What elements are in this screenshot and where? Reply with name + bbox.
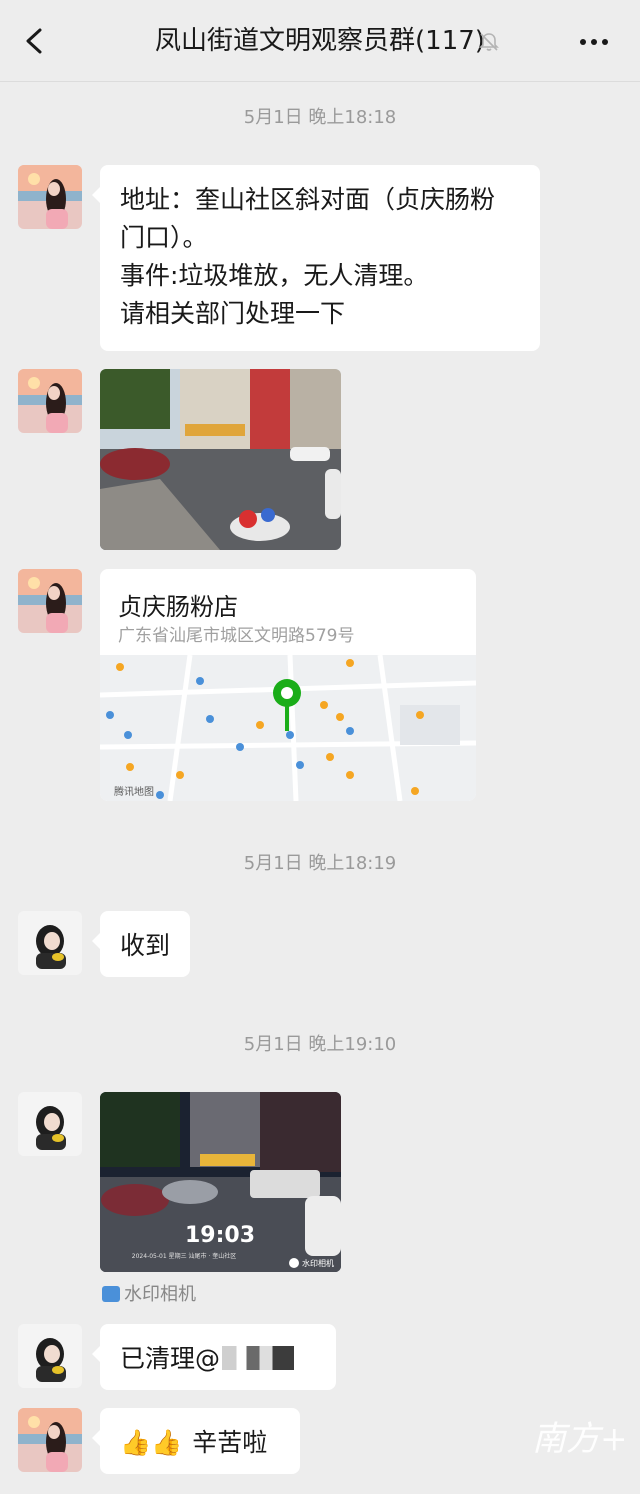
message-bubble[interactable]: 收到: [91, 911, 191, 977]
avatar[interactable]: [18, 569, 82, 633]
map-watermark: 腾讯地图: [114, 785, 154, 798]
message-text: 收到: [120, 931, 171, 960]
nanfang-plus-logo: 南方+: [532, 1419, 624, 1459]
message-line: 门口）。: [120, 223, 208, 252]
avatar[interactable]: [18, 1408, 82, 1472]
avatar[interactable]: [18, 165, 82, 229]
redacted-mention: [222, 1346, 295, 1370]
location-name: 贞庆肠粉店: [118, 593, 238, 621]
location-address: 广东省汕尾市城区文明路579号: [118, 626, 355, 646]
message-text: 辛苦啦: [192, 1428, 268, 1457]
avatar[interactable]: [18, 1092, 82, 1156]
ellipsis-icon[interactable]: [574, 28, 614, 56]
bell-off-icon: [479, 33, 499, 51]
timestamp: 5月1日 晚上18:19: [243, 853, 397, 874]
timestamp: 5月1日 晚上18:18: [243, 107, 397, 128]
chat-header: 凤山街道文明观察员群(117): [0, 0, 640, 82]
photo-clock: 19:03: [185, 1223, 255, 1248]
photo-caption: 2024-05-01 星期三 汕尾市 · 奎山社区: [132, 1252, 236, 1260]
camera-app-icon: [102, 1286, 120, 1302]
avatar[interactable]: [18, 1324, 82, 1388]
chevron-left-icon[interactable]: [20, 24, 52, 58]
message-text: 已清理@: [120, 1344, 221, 1373]
message-line: 地址：奎山社区斜对面（贞庆肠粉: [120, 185, 496, 214]
timestamp: 5月1日 晚上19:10: [243, 1034, 397, 1055]
avatar[interactable]: [18, 369, 82, 433]
location-card[interactable]: 贞庆肠粉店 广东省汕尾市城区文明路579号 腾讯地图: [100, 569, 476, 801]
message-line: 事件:垃圾堆放，无人清理。: [120, 261, 429, 290]
message-bubble[interactable]: 已清理@: [92, 1324, 336, 1390]
thumbs-up-icon: 👍👍: [120, 1428, 183, 1457]
message-line: 请相关部门处理一下: [120, 299, 346, 328]
photo-stamp: 水印相机: [302, 1258, 334, 1268]
source-label: 水印相机: [124, 1284, 196, 1305]
night-photo[interactable]: 19:03 2024-05-01 星期三 汕尾市 · 奎山社区 水印相机: [100, 1092, 341, 1272]
street-photo[interactable]: [100, 369, 341, 550]
svg-text:南方+: 南方+: [532, 1419, 624, 1459]
message-bubble[interactable]: 地址：奎山社区斜对面（贞庆肠粉 门口）。 事件:垃圾堆放，无人清理。 请相关部门…: [92, 165, 540, 351]
message-bubble[interactable]: 👍👍 辛苦啦: [92, 1408, 300, 1474]
watermark-camera-source[interactable]: 水印相机: [102, 1280, 196, 1306]
camera-icon: [289, 1258, 299, 1268]
avatar[interactable]: [18, 911, 82, 975]
map-preview: 腾讯地图: [100, 655, 476, 801]
chat-title: 凤山街道文明观察员群(117): [155, 26, 485, 56]
